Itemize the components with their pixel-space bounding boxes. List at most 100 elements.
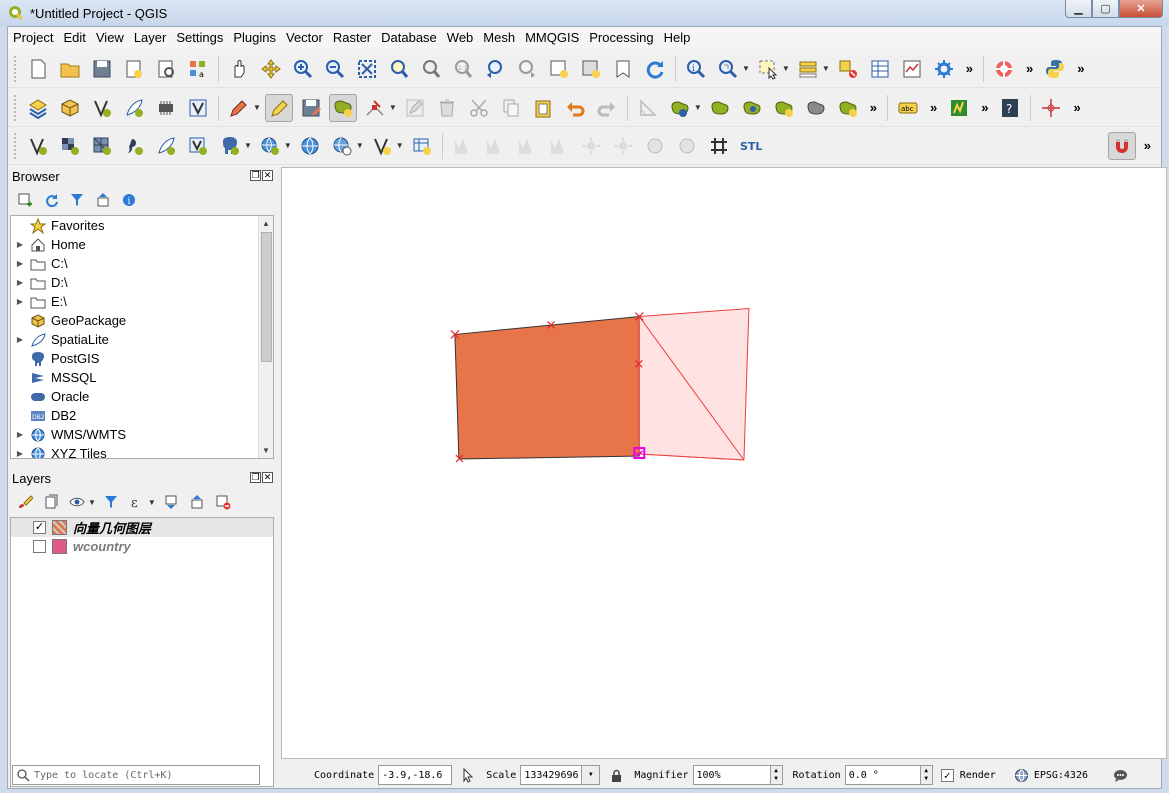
menu-edit[interactable]: Edit (58, 27, 90, 49)
chevron-down-icon[interactable]: ▼ (253, 103, 261, 112)
toolbar-grip[interactable] (14, 94, 18, 121)
add-wcs-layer-button[interactable] (328, 132, 356, 160)
add-selected-layers-button[interactable] (14, 189, 36, 211)
toolbar-overflow-button[interactable]: » (981, 100, 988, 115)
add-polygon-feature-button[interactable] (328, 93, 357, 122)
add-group-button[interactable] (40, 491, 62, 513)
zoom-last-button[interactable] (481, 55, 509, 83)
chevron-down-icon[interactable]: ▼ (782, 64, 790, 73)
new-bookmark-button[interactable] (609, 55, 637, 83)
grass-plugin-button[interactable] (945, 94, 973, 122)
fill-ring-button[interactable] (738, 94, 766, 122)
add-ring-button[interactable] (666, 94, 694, 122)
filter-legend-button[interactable] (100, 491, 122, 513)
filter-by-expression-button[interactable]: ε (126, 491, 148, 513)
paste-features-button[interactable] (529, 94, 557, 122)
modify-attributes-button[interactable] (401, 94, 429, 122)
open-project-button[interactable] (56, 55, 84, 83)
locator-search-input[interactable]: Type to locate (Ctrl+K) (12, 765, 260, 785)
shape-tool-4-button[interactable] (545, 132, 573, 160)
shape-tool-2-button[interactable] (481, 132, 509, 160)
scrollbar-thumb[interactable] (261, 232, 272, 362)
refresh-button[interactable] (641, 55, 669, 83)
menu-vector[interactable]: Vector (281, 27, 328, 49)
toolbar-grip[interactable] (14, 132, 18, 159)
toolbar-overflow-button[interactable]: » (1073, 100, 1080, 115)
save-project-button[interactable] (88, 55, 116, 83)
message-log-icon[interactable] (1112, 767, 1128, 783)
layer-row-vector-geometry[interactable]: ✓ 向量几何图层 (11, 518, 273, 537)
layer-symbol-swatch[interactable] (52, 539, 67, 554)
coordinate-field[interactable]: -3.9,-18.6 (378, 765, 453, 785)
sun-tool-1-button[interactable] (577, 132, 605, 160)
browser-item-wms-wmts[interactable]: ▶ WMS/WMTS (11, 425, 273, 444)
browser-item-home[interactable]: ▶ Home (11, 235, 273, 254)
map-canvas-drawing[interactable] (282, 168, 1166, 758)
zoom-full-button[interactable] (353, 55, 381, 83)
toolbar-overflow-button[interactable]: » (870, 100, 877, 115)
expand-arrow-icon[interactable]: ▶ (11, 259, 29, 268)
chevron-down-icon[interactable]: ▼ (356, 141, 364, 150)
chevron-down-icon[interactable]: ▼ (396, 141, 404, 150)
menu-database[interactable]: Database (376, 27, 442, 49)
zoom-to-layer-button[interactable] (417, 55, 445, 83)
browser-item-favorites[interactable]: Favorites (11, 216, 273, 235)
magnifier-field[interactable]: 100% (692, 765, 771, 785)
layer-visibility-checkbox[interactable]: ✓ (33, 521, 46, 534)
magnifier-stepper[interactable]: ▲ ▼ (770, 765, 783, 785)
crosshair-tool-button[interactable] (1037, 94, 1065, 122)
chevron-down-icon[interactable]: ▼ (148, 498, 156, 507)
toolbar-overflow-button[interactable]: » (930, 100, 937, 115)
browser-item-drive-d[interactable]: ▶ D:\ (11, 273, 273, 292)
scroll-up-icon[interactable]: ▲ (259, 216, 273, 231)
browser-refresh-button[interactable] (40, 189, 62, 211)
save-layer-edits-button[interactable] (297, 94, 325, 122)
shape-tool-1-button[interactable] (449, 132, 477, 160)
sun-tool-2-button[interactable] (609, 132, 637, 160)
redo-button[interactable] (593, 94, 621, 122)
new-geopackage-layer-button[interactable] (56, 94, 84, 122)
open-layer-styling-button[interactable] (14, 491, 36, 513)
polygon-feature[interactable] (454, 315, 640, 460)
toolbar-overflow-button[interactable]: » (1144, 138, 1151, 153)
grid-tool-button[interactable] (705, 132, 733, 160)
scale-field[interactable]: 133429696 (520, 765, 583, 785)
menu-project[interactable]: Project (8, 27, 58, 49)
close-panel-button[interactable]: ✕ (262, 472, 273, 483)
menu-settings[interactable]: Settings (171, 27, 228, 49)
expand-arrow-icon[interactable]: ▶ (11, 278, 29, 287)
add-raster-layer-button[interactable] (56, 132, 84, 160)
add-vertex-layer-button[interactable] (24, 132, 52, 160)
snapping-toggle-button[interactable] (1107, 131, 1136, 160)
label-toolbar-button[interactable]: abc (894, 94, 922, 122)
close-panel-button[interactable]: ✕ (262, 170, 273, 181)
expand-arrow-icon[interactable]: ▶ (11, 430, 29, 439)
toolbar-overflow-button[interactable]: » (1077, 61, 1084, 76)
browser-scrollbar[interactable]: ▲ ▼ (258, 216, 273, 458)
collapse-all-button[interactable] (92, 189, 114, 211)
select-features-button[interactable] (754, 55, 782, 83)
close-button[interactable]: ✕ (1119, 0, 1163, 18)
shape-tool-3-button[interactable] (513, 132, 541, 160)
vertex-tool-button[interactable] (361, 94, 389, 122)
add-vector-tile-button[interactable] (368, 132, 396, 160)
add-part-button[interactable] (706, 94, 734, 122)
globe-tool-2-button[interactable] (673, 132, 701, 160)
menu-view[interactable]: View (91, 27, 129, 49)
browser-item-drive-e[interactable]: ▶ E:\ (11, 292, 273, 311)
mouse-pointer-icon[interactable] (460, 767, 476, 783)
maximize-button[interactable]: ▢ (1092, 0, 1119, 18)
select-by-value-button[interactable] (794, 55, 822, 83)
reshape-features-button[interactable] (834, 94, 862, 122)
open-attribute-table-button[interactable] (866, 55, 894, 83)
menu-web[interactable]: Web (442, 27, 479, 49)
expand-all-button[interactable] (160, 491, 182, 513)
toolbar-overflow-button[interactable]: » (1026, 61, 1033, 76)
stl-button[interactable]: STL (737, 132, 765, 160)
run-feature-action-button[interactable] (714, 55, 742, 83)
undo-button[interactable] (561, 94, 589, 122)
menu-help[interactable]: Help (659, 27, 696, 49)
browser-item-drive-c[interactable]: ▶ C:\ (11, 254, 273, 273)
lock-icon[interactable] (608, 767, 624, 783)
pan-to-selection-button[interactable] (257, 55, 285, 83)
